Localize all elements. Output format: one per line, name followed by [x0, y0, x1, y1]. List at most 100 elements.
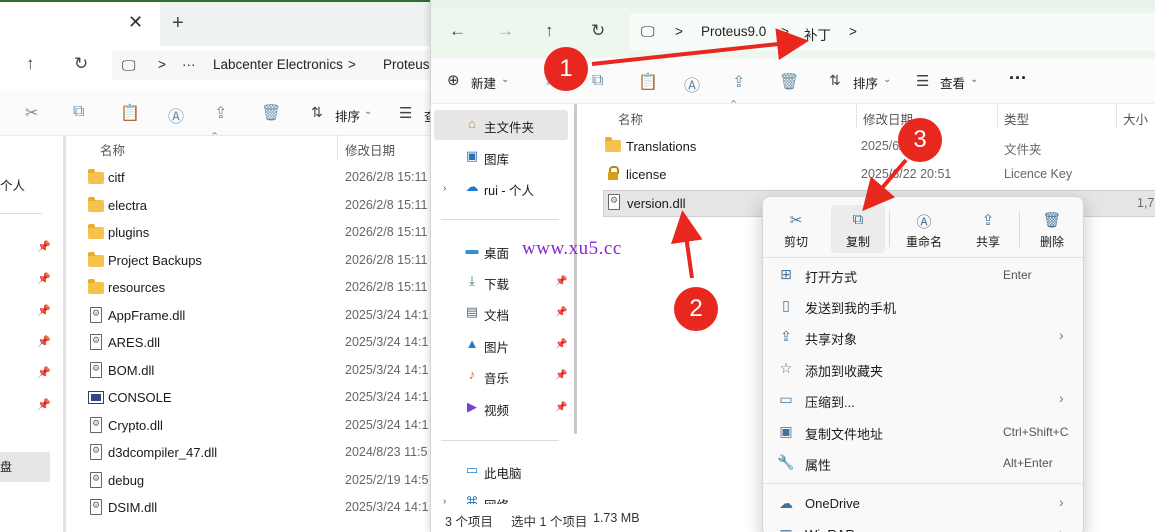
new-button[interactable]: 新建 — [471, 73, 496, 92]
column-header-name[interactable]: 名称 — [618, 109, 643, 128]
up-arrow-icon[interactable]: ↑ — [26, 54, 35, 74]
paste-icon[interactable]: 📋 — [638, 72, 658, 92]
menu-item[interactable]: ⊞ 打开方式 Enter — [763, 259, 1083, 290]
pin-icon: 📌 — [37, 273, 51, 285]
cut-icon[interactable]: ✂ — [25, 103, 38, 123]
step-badge-2: 2 — [674, 287, 718, 331]
column-divider[interactable] — [997, 104, 998, 128]
view-icon[interactable]: ☰ — [916, 72, 929, 90]
view-icon[interactable]: ☰ — [399, 104, 412, 122]
file-date: 2026/2/8 15:11 — [345, 225, 428, 239]
rename-icon[interactable]: Ⓐ — [684, 72, 700, 96]
column-header-type[interactable]: 类型 — [1004, 109, 1029, 128]
folder-icon — [88, 224, 104, 239]
address-bar[interactable]: 🖵 > ··· Labcenter Electronics > Proteus — [112, 50, 440, 80]
forward-arrow-icon[interactable]: → — [497, 21, 514, 41]
table-row[interactable]: d3dcompiler_47.dll 2024/8/23 11:5 — [86, 441, 436, 468]
chevron-down-icon: ⌄ — [501, 74, 510, 85]
table-row[interactable]: Translations 2025/6/...07 文件夹 — [603, 134, 1155, 161]
view-button[interactable]: 查看 — [940, 73, 965, 92]
copy-icon[interactable]: ⧉ — [73, 103, 84, 121]
column-header-size[interactable]: 大小 — [1123, 109, 1148, 128]
address-bar[interactable]: 🖵 > Proteus9.0 > 补丁 > — [629, 13, 1155, 51]
pin-icon: 📌 — [37, 305, 51, 317]
sidebar-item[interactable]: ⤓ 下载 📌 — [439, 267, 569, 297]
scrollbar[interactable] — [574, 104, 577, 434]
copy-quick-button[interactable]: ⧉ 复制 — [831, 205, 885, 253]
table-row[interactable]: license 2025/6/22 20:51 Licence Key — [603, 162, 1155, 189]
table-row[interactable]: citf 2026/2/8 15:11 — [86, 166, 436, 193]
menu-item[interactable]: ☁ OneDrive › — [763, 488, 1083, 519]
share-icon[interactable]: ⇪ — [732, 72, 745, 92]
breadcrumb-proteus[interactable]: Proteus9.0 — [701, 24, 766, 39]
sidebar-item-label[interactable]: 个人 — [0, 175, 25, 194]
share-quick-button[interactable]: ⇪ 共享 — [961, 205, 1015, 253]
paste-icon[interactable]: 📋 — [120, 103, 140, 123]
breadcrumb-labcenter[interactable]: Labcenter Electronics — [213, 57, 343, 72]
breadcrumb-patch[interactable]: 补丁 — [804, 24, 831, 44]
sidebar-item-label: 桌面 — [484, 247, 510, 261]
sidebar-item-label: rui - 个人 — [484, 184, 535, 198]
column-divider[interactable] — [1116, 104, 1117, 128]
refresh-icon[interactable]: ↻ — [74, 54, 88, 74]
table-row[interactable]: CONSOLE 2025/3/24 14:1 — [86, 386, 436, 413]
column-divider[interactable] — [856, 104, 857, 128]
table-row[interactable]: plugins 2026/2/8 15:11 — [86, 221, 436, 248]
trash-icon[interactable]: 🗑 — [779, 72, 799, 92]
menu-item[interactable]: ▭ 压缩到... › — [763, 384, 1083, 415]
menu-item[interactable]: ⇪ 共享对象 › — [763, 321, 1083, 352]
sort-icon[interactable]: ⇅ — [829, 72, 841, 89]
trash-icon[interactable]: 🗑 — [261, 103, 281, 123]
column-divider[interactable] — [337, 134, 338, 160]
menu-item[interactable]: 🔧 属性 Alt+Enter — [763, 447, 1083, 478]
sort-icon[interactable]: ⇅ — [311, 104, 323, 121]
onedrive-icon: ☁ — [779, 495, 793, 511]
sidebar-item[interactable]: ▤ 文档 📌 — [439, 298, 569, 328]
breadcrumb-proteus[interactable]: Proteus — [383, 57, 430, 72]
table-row[interactable]: DSIM.dll 2025/3/24 14:1 — [86, 496, 436, 523]
back-arrow-icon[interactable]: ← — [449, 21, 466, 41]
sidebar-item[interactable]: ▭ 此电脑 — [439, 456, 569, 486]
table-row[interactable]: debug 2025/2/19 14:5 — [86, 469, 436, 496]
table-row[interactable]: resources 2026/2/8 15:11 — [86, 276, 436, 303]
breadcrumb-more[interactable]: ··· — [182, 57, 196, 72]
menu-item[interactable]: ▣ 复制文件地址 Ctrl+Shift+C — [763, 416, 1083, 447]
sort-button[interactable]: 排序 — [335, 106, 360, 125]
table-row[interactable]: Project Backups 2026/2/8 15:11 — [86, 249, 436, 276]
table-row[interactable]: Crypto.dll 2025/3/24 14:1 — [86, 414, 436, 441]
copy-icon[interactable]: ⧉ — [592, 72, 603, 90]
sidebar-item[interactable]: ☁ rui - 个人 — [439, 173, 569, 203]
sidebar-item[interactable]: ▶ 视频 📌 — [439, 393, 569, 423]
rename-quick-button[interactable]: Ⓐ 重命名 — [897, 205, 951, 253]
menu-item[interactable]: ▦ WinRAR › — [763, 519, 1083, 532]
folder-icon — [88, 279, 104, 294]
scissors-quick-button[interactable]: ✂ 剪切 — [769, 205, 823, 253]
column-header-date[interactable]: 修改日期 — [345, 140, 395, 159]
share-icon[interactable]: ⇪ — [214, 103, 227, 123]
table-row[interactable]: electra 2026/2/8 15:11 — [86, 194, 436, 221]
more-options-button[interactable]: ··· — [1009, 68, 1027, 89]
table-row[interactable]: BOM.dll 2025/3/24 14:1 — [86, 359, 436, 386]
new-tab-icon[interactable]: + — [172, 12, 184, 35]
refresh-icon[interactable]: ↻ — [591, 21, 605, 41]
trash-quick-button[interactable]: 🗑 删除 — [1025, 205, 1079, 253]
sidebar-item[interactable]: ⌂ 主文件夹 — [439, 110, 569, 140]
menu-item[interactable]: ☆ 添加到收藏夹 — [763, 353, 1083, 384]
wrench-icon: 🔧 — [777, 454, 795, 470]
up-arrow-icon[interactable]: ↑ — [545, 21, 554, 41]
table-row[interactable]: AppFrame.dll 2025/3/24 14:1 — [86, 304, 436, 331]
close-tab-icon[interactable]: ✕ — [128, 12, 143, 33]
rename-icon[interactable]: Ⓐ — [168, 103, 184, 127]
file-name: AppFrame.dll — [108, 307, 186, 323]
sort-button[interactable]: 排序 — [853, 73, 878, 92]
scrollbar[interactable] — [63, 136, 66, 532]
table-row[interactable]: ARES.dll 2025/3/24 14:1 — [86, 331, 436, 358]
sidebar-item[interactable]: ♪ 音乐 📌 — [439, 361, 569, 391]
sidebar-item[interactable]: ▲ 图片 📌 — [439, 330, 569, 360]
quick-actions-divider — [889, 211, 890, 247]
file-date: 2025/3/24 14:1 — [345, 362, 429, 377]
plus-icon[interactable]: ⊕ — [447, 71, 460, 89]
column-header-name[interactable]: 名称 — [100, 140, 125, 159]
menu-item[interactable]: ▯ 发送到我的手机 — [763, 290, 1083, 321]
sidebar-item[interactable]: ▣ 图库 — [439, 142, 569, 172]
